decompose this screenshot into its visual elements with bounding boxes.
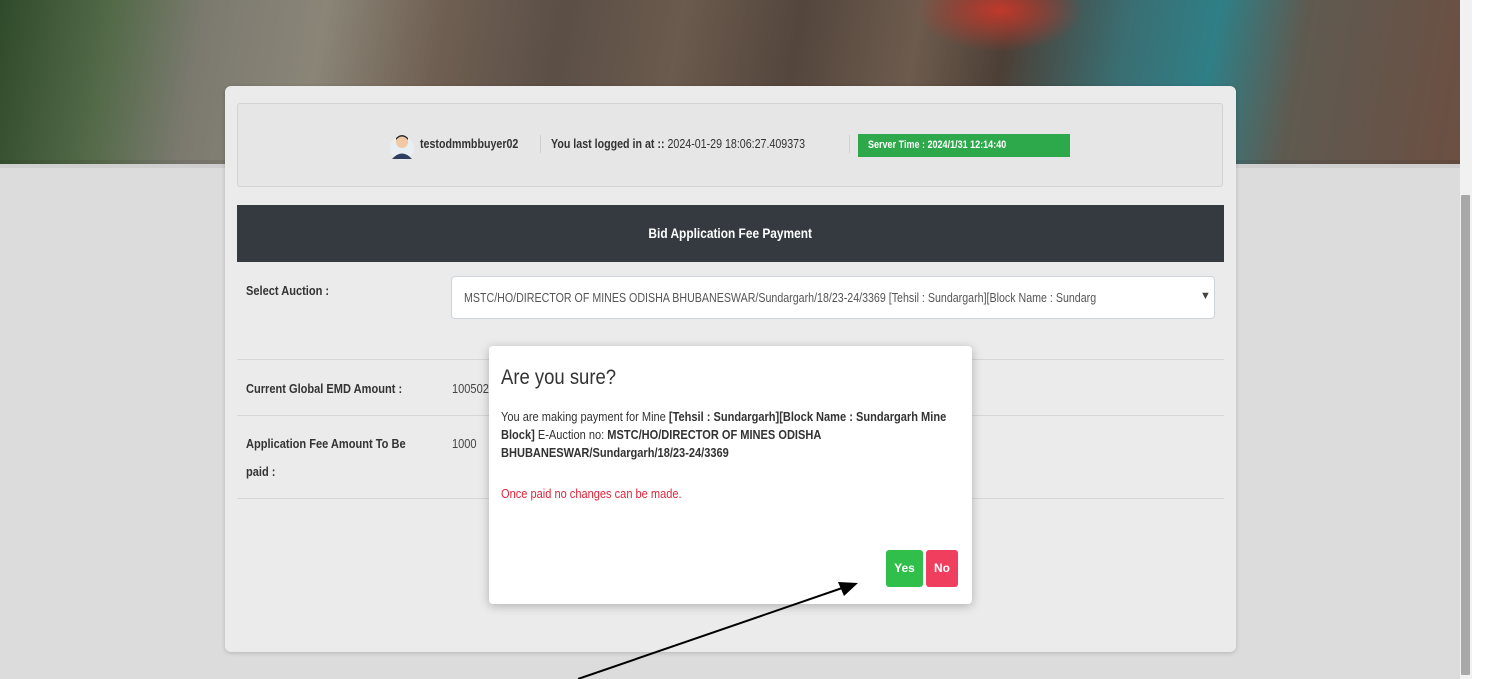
chevron-down-icon[interactable]: ▼ [1200, 290, 1211, 302]
fee-amount-label-line2: paid : [246, 464, 276, 479]
last-login-text: You last logged in at :: 2024-01-29 18:0… [551, 136, 805, 151]
dialog-warning: Once paid no changes can be made. [501, 486, 682, 501]
fee-amount-label-line1: Application Fee Amount To Be [246, 436, 406, 451]
dialog-title: Are you sure? [501, 366, 617, 389]
user-avatar-icon [390, 135, 414, 160]
divider-vertical [540, 135, 541, 153]
username-label: testodmmbbuyer02 [420, 136, 519, 151]
emd-amount-value: 100502 [452, 381, 489, 396]
divider-vertical [849, 135, 850, 153]
yes-button[interactable]: Yes [886, 550, 923, 587]
fee-amount-value: 1000 [452, 436, 477, 451]
last-login-label: You last logged in at :: [551, 136, 665, 151]
select-auction-label: Select Auction : [246, 283, 330, 298]
select-auction-dropdown[interactable]: MSTC/HO/DIRECTOR OF MINES ODISHA BHUBANE… [451, 276, 1215, 319]
section-title-bar: Bid Application Fee Payment [237, 205, 1224, 262]
last-login-value: 2024-01-29 18:06:27.409373 [667, 136, 806, 151]
no-button[interactable]: No [926, 550, 958, 587]
server-time-badge: Server Time : 2024/1/31 12:14:40 [858, 134, 1070, 157]
section-title: Bid Application Fee Payment [648, 225, 813, 241]
dialog-message: You are making payment for Mine [Tehsil … [501, 409, 947, 460]
scrollbar-thumb[interactable] [1461, 195, 1470, 675]
emd-amount-label: Current Global EMD Amount : [246, 381, 403, 396]
